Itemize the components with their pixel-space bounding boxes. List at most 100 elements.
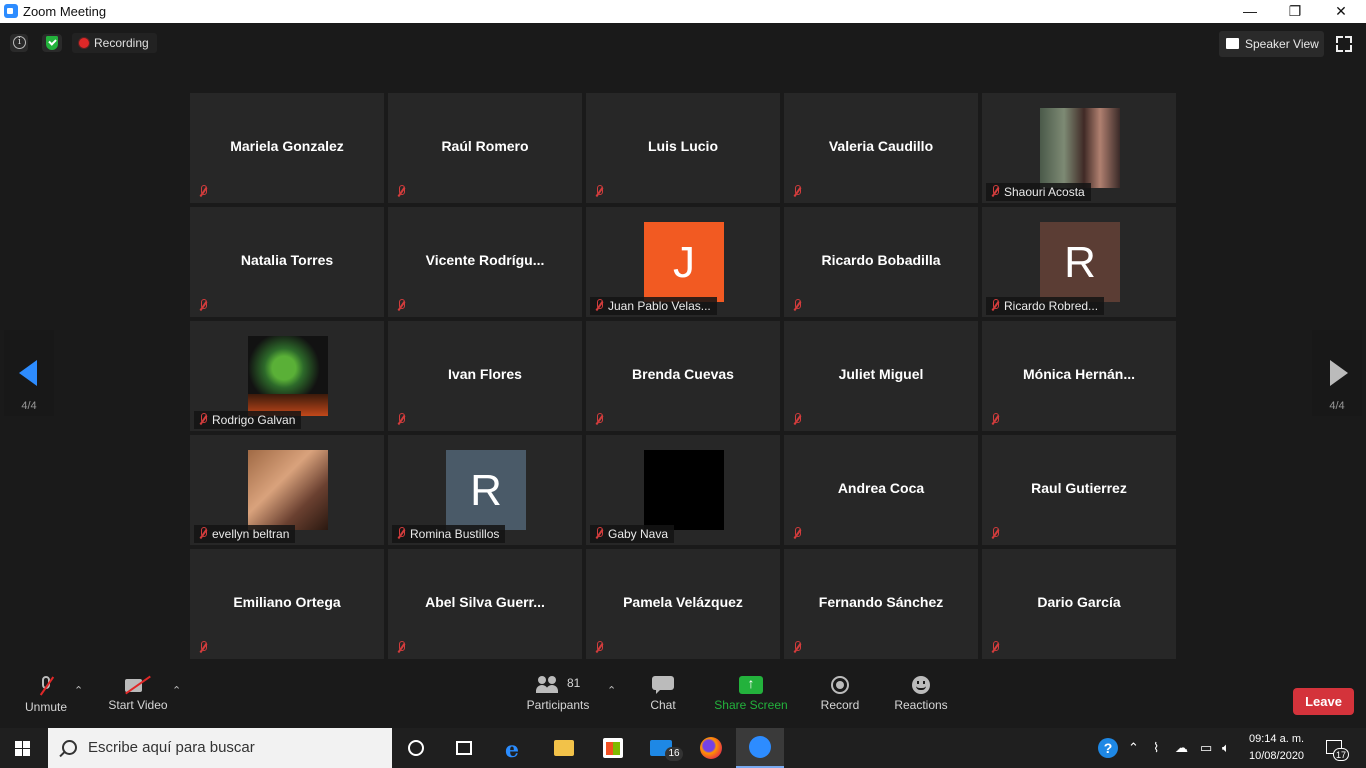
participant-label: [590, 183, 608, 201]
recording-indicator[interactable]: Recording: [72, 33, 157, 53]
recording-label: Recording: [94, 36, 149, 50]
microsoft-store-icon[interactable]: [603, 738, 623, 758]
video-options-caret-icon[interactable]: ⌃: [172, 684, 181, 697]
windows-start-icon[interactable]: [15, 741, 31, 757]
muted-mic-icon: [199, 185, 207, 198]
participant-profile-photo: [248, 336, 328, 416]
show-hidden-icons-chevron-icon[interactable]: ⌃: [1128, 740, 1139, 756]
participant-label: [194, 183, 212, 201]
participant-tile[interactable]: Valeria Caudillo: [784, 93, 978, 203]
speaker-view-button[interactable]: Speaker View: [1219, 31, 1324, 57]
participant-tile[interactable]: Juliet Miguel: [784, 321, 978, 431]
zoom-taskbar-icon[interactable]: [736, 728, 784, 768]
edge-browser-icon[interactable]: e: [505, 737, 519, 763]
participant-tile[interactable]: Pamela Velázquez: [586, 549, 780, 659]
participant-tile[interactable]: Dario García: [982, 549, 1176, 659]
participant-tile[interactable]: Rodrigo Galvan: [190, 321, 384, 431]
muted-mic-icon: [793, 527, 801, 540]
participant-name: Ricardo Bobadilla: [821, 252, 941, 268]
reactions-button[interactable]: Reactions: [892, 676, 950, 712]
participant-tile[interactable]: Mónica Hernán...: [982, 321, 1176, 431]
start-video-button[interactable]: Start Video: [104, 676, 172, 712]
participant-label: evellyn beltran: [194, 525, 296, 543]
recording-dot-icon: [79, 38, 89, 48]
video-off-icon: [125, 676, 151, 694]
participant-tile[interactable]: Ricardo Bobadilla: [784, 207, 978, 317]
help-icon[interactable]: ?: [1098, 738, 1118, 758]
task-view-icon[interactable]: [456, 741, 472, 755]
participant-tile[interactable]: Brenda Cuevas: [586, 321, 780, 431]
participant-tile[interactable]: Raul Gutierrez: [982, 435, 1176, 545]
participant-tile[interactable]: Gaby Nava: [586, 435, 780, 545]
participant-tile[interactable]: evellyn beltran: [190, 435, 384, 545]
participant-name: Mónica Hernán...: [1022, 366, 1136, 382]
participant-tile[interactable]: Emiliano Ortega: [190, 549, 384, 659]
participant-tile[interactable]: Vicente Rodrígu...: [388, 207, 582, 317]
participant-name: Brenda Cuevas: [632, 366, 734, 382]
taskbar-clock[interactable]: 09:14 a. m. 10/08/2020: [1249, 731, 1304, 765]
participant-profile-photo: [1040, 108, 1120, 188]
file-explorer-icon[interactable]: [554, 740, 574, 756]
participant-tile[interactable]: J Juan Pablo Velas...: [586, 207, 780, 317]
participant-label: Ricardo Robred...: [986, 297, 1105, 315]
unmute-button[interactable]: Unmute: [18, 676, 74, 714]
next-page-button[interactable]: 4/4: [1312, 330, 1362, 416]
close-button[interactable]: ✕: [1318, 0, 1364, 23]
participant-tile[interactable]: Fernando Sánchez: [784, 549, 978, 659]
leave-button[interactable]: Leave: [1293, 688, 1354, 715]
muted-mic-icon: [793, 185, 801, 198]
participants-options-caret-icon[interactable]: ⌃: [607, 684, 616, 697]
participant-label: [392, 183, 410, 201]
participant-label: [788, 297, 806, 315]
participant-label-text: Shaouri Acosta: [1004, 185, 1085, 199]
muted-mic-icon: [199, 641, 207, 654]
participant-tile[interactable]: R Ricardo Robred...: [982, 207, 1176, 317]
muted-mic-icon: [595, 527, 603, 540]
participant-tile[interactable]: Natalia Torres: [190, 207, 384, 317]
start-video-label: Start Video: [108, 698, 168, 712]
battery-icon[interactable]: ▭: [1200, 740, 1212, 756]
taskbar-search-input[interactable]: Escribe aquí para buscar: [48, 728, 392, 768]
participant-tile[interactable]: Andrea Coca: [784, 435, 978, 545]
participant-tile[interactable]: Mariela Gonzalez: [190, 93, 384, 203]
page-indicator-left: 4/4: [21, 400, 37, 412]
cortana-icon[interactable]: [408, 740, 424, 756]
participant-name: Natalia Torres: [240, 252, 334, 268]
notification-count-badge: 17: [1333, 748, 1349, 761]
participant-tile[interactable]: Shaouri Acosta: [982, 93, 1176, 203]
muted-mic-icon: [199, 527, 207, 540]
participant-tile[interactable]: Luis Lucio: [586, 93, 780, 203]
volume-icon[interactable]: 🔈︎: [1222, 740, 1230, 756]
chat-button[interactable]: Chat: [640, 676, 686, 712]
search-placeholder: Escribe aquí para buscar: [88, 739, 255, 756]
record-button[interactable]: Record: [816, 676, 864, 712]
participant-name: Dario García: [1037, 594, 1121, 610]
audio-options-caret-icon[interactable]: ⌃: [74, 684, 83, 697]
participant-label: [590, 639, 608, 657]
encryption-shield-icon[interactable]: [42, 34, 62, 52]
meeting-info-icon[interactable]: i: [10, 34, 28, 52]
muted-mic-icon: [595, 299, 603, 312]
fullscreen-icon[interactable]: [1336, 36, 1352, 52]
participant-profile-photo: [248, 450, 328, 530]
muted-mic-icon: [397, 299, 405, 312]
onedrive-cloud-icon[interactable]: ☁: [1175, 740, 1188, 756]
participant-tile[interactable]: Abel Silva Guerr...: [388, 549, 582, 659]
minimize-button[interactable]: —: [1227, 0, 1273, 23]
participant-name: Fernando Sánchez: [818, 594, 944, 610]
participant-name: Mariela Gonzalez: [230, 138, 344, 154]
muted-mic-icon: [199, 299, 207, 312]
restore-button[interactable]: ❐: [1272, 0, 1318, 23]
previous-page-button[interactable]: 4/4: [4, 330, 54, 416]
participant-name: Raul Gutierrez: [1031, 480, 1127, 496]
participant-tile[interactable]: Ivan Flores: [388, 321, 582, 431]
share-screen-button[interactable]: Share Screen: [714, 675, 788, 712]
participant-tile[interactable]: R Romina Bustillos: [388, 435, 582, 545]
firefox-icon[interactable]: [700, 737, 722, 759]
wifi-icon[interactable]: ⌇: [1153, 740, 1159, 756]
participant-tile[interactable]: Raúl Romero: [388, 93, 582, 203]
participant-label: [392, 639, 410, 657]
participants-button[interactable]: 81 Participants: [524, 676, 592, 712]
muted-mic-icon: [199, 413, 207, 426]
muted-microphone-icon: [39, 676, 53, 696]
